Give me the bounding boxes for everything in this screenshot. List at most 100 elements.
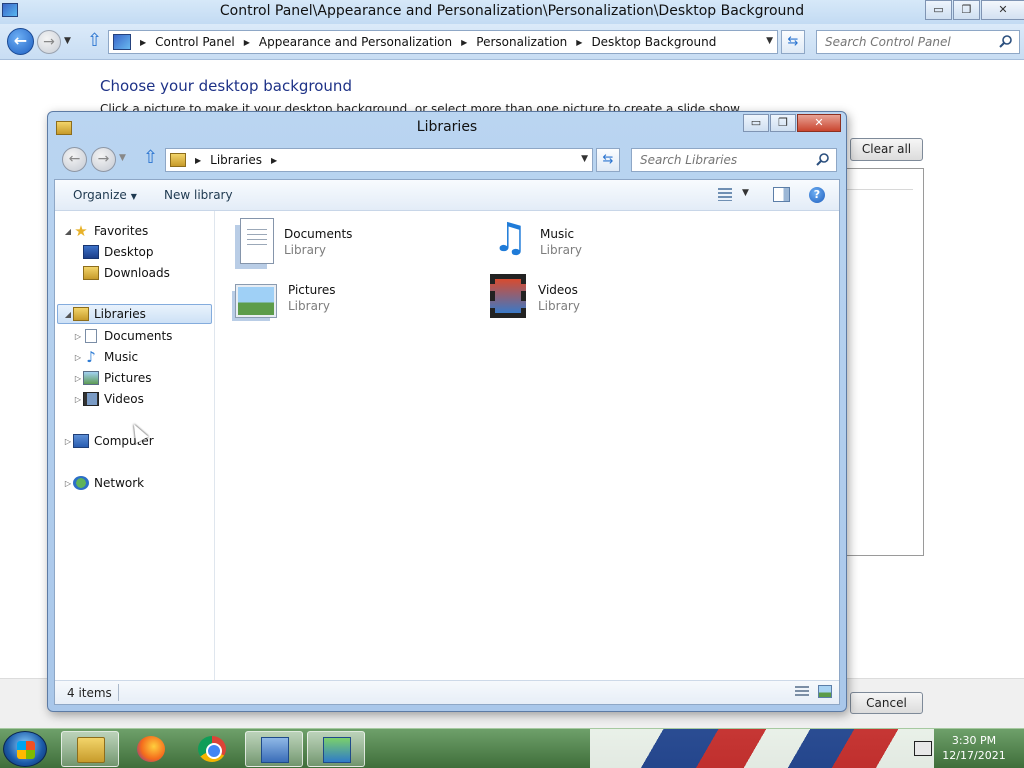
start-button[interactable] [3,731,47,767]
address-bar[interactable]: ▶ Libraries ▶ ▼ [165,148,593,172]
pictures-library-icon [235,284,277,318]
documents-icon [85,329,97,343]
minimize-button[interactable]: ▭ [743,114,769,132]
restore-button[interactable]: ❐ [953,0,980,20]
preview-pane-icon[interactable] [773,187,790,202]
music-library-icon: ♫ [492,215,528,261]
item-type: Library [540,243,582,257]
search-box[interactable] [631,148,837,172]
item-type: Library [288,299,330,313]
library-item-music[interactable]: ♫ Music Library [486,218,582,264]
search-input[interactable] [817,31,987,53]
search-input[interactable] [632,149,802,171]
recent-pages-dropdown[interactable]: ▼ [64,36,74,46]
new-library-button[interactable]: New library [164,188,233,202]
breadcrumb-item[interactable]: ▶ Desktop Background [567,35,716,49]
up-arrow-icon[interactable]: ⇧ [143,149,158,167]
search-icon[interactable] [816,152,830,166]
nav-music[interactable]: ▷ ♪ Music [73,347,138,367]
library-item-documents[interactable]: Documents Library [232,218,352,264]
libraries-content: Organize ▼ New library ▼ ? ◢ ★ Favorites … [54,179,840,705]
expand-icon[interactable]: ▷ [73,374,83,383]
expand-icon[interactable]: ▷ [73,395,83,404]
organize-label: Organize [73,188,127,202]
back-button[interactable]: ← [7,28,34,55]
breadcrumb-label: Personalization [476,35,568,49]
windows-logo-icon [17,741,35,759]
clock-date: 12/17/2021 [942,749,1006,762]
search-box[interactable] [816,30,1020,54]
search-icon[interactable] [999,34,1013,48]
tiles-view-icon[interactable] [818,685,832,698]
collapse-icon[interactable]: ◢ [63,227,73,236]
system-clock[interactable]: 3:30 PM 12/17/2021 [934,733,1014,763]
address-dropdown-icon[interactable]: ▼ [766,36,773,46]
recent-pages-dropdown[interactable]: ▼ [119,153,126,163]
clock-time: 3:30 PM [951,734,997,747]
command-bar: Organize ▼ New library ▼ ? [55,180,839,211]
expand-icon[interactable]: ▷ [63,479,73,488]
film-strip-icon [83,392,99,406]
taskbar-firefox[interactable] [122,731,180,767]
back-button[interactable]: ← [62,147,87,172]
minimize-button[interactable]: ▭ [925,0,952,20]
firefox-icon [137,736,165,762]
nav-videos[interactable]: ▷ Videos [73,389,144,409]
documents-library-icon [240,218,274,264]
forward-button[interactable]: → [37,30,61,54]
nav-label: Music [104,350,139,364]
breadcrumb-item[interactable]: ▶ Control Panel [131,35,235,49]
clear-all-button[interactable]: Clear all [850,138,923,161]
picture-list[interactable] [846,168,924,556]
breadcrumb-item[interactable]: ▶ Appearance and Personalization [235,35,452,49]
library-item-pictures[interactable]: Pictures Library [235,279,336,318]
expand-icon[interactable]: ▷ [73,353,83,362]
library-item-videos[interactable]: Videos Library [490,274,580,318]
refresh-button[interactable]: ⇆ [781,30,805,54]
forward-button[interactable]: → [91,147,116,172]
taskbar-control-panel[interactable] [245,731,303,767]
taskbar-chrome[interactable] [183,731,241,767]
breadcrumb-label: Desktop Background [591,35,717,49]
up-arrow-icon[interactable]: ⇧ [87,32,105,52]
nav-label: Downloads [104,266,170,280]
item-name: Documents [284,227,353,241]
address-dropdown-icon[interactable]: ▼ [581,154,588,164]
nav-pictures[interactable]: ▷ Pictures [73,368,152,388]
view-options-dropdown[interactable]: ▼ [742,188,749,198]
expand-icon[interactable]: ▷ [63,437,73,446]
chevron-right-icon: ▶ [195,155,202,165]
control-panel-titlebar: Control Panel\Appearance and Personaliza… [0,0,1024,24]
nav-favorites[interactable]: ◢ ★ Favorites [63,221,148,241]
nav-desktop[interactable]: Desktop [73,242,154,262]
refresh-button[interactable]: ⇆ [596,148,620,172]
details-view-icon[interactable] [795,686,809,698]
taskbar-windows-explorer[interactable] [61,731,119,767]
breadcrumb-item[interactable]: ▶ Personalization [452,35,567,49]
chevron-right-icon: ▶ [243,37,250,47]
nav-libraries[interactable]: ◢ Libraries [57,304,212,324]
chevron-right-icon: ▶ [576,37,583,47]
change-view-icon[interactable] [718,188,732,201]
close-button[interactable]: ✕ [981,0,1024,20]
computer-icon [73,434,89,448]
breadcrumb-label: Control Panel [155,35,235,49]
nav-downloads[interactable]: Downloads [73,263,170,283]
nav-network[interactable]: ▷ Network [63,473,144,493]
nav-documents[interactable]: ▷ Documents [73,326,172,346]
help-icon[interactable]: ? [809,187,825,203]
breadcrumb-item[interactable]: ▶ Libraries ▶ [186,153,286,167]
organize-menu[interactable]: Organize ▼ [73,188,137,202]
address-bar[interactable]: ▶ Control Panel ▶ Appearance and Personali… [108,30,778,54]
expand-icon[interactable]: ▷ [73,332,83,341]
taskbar-personalization[interactable] [307,731,365,767]
videos-library-icon [490,274,526,318]
window-title: Libraries [416,119,478,135]
network-tray-icon[interactable] [914,741,932,756]
close-button[interactable]: ✕ [797,114,841,132]
maximize-button[interactable]: ❐ [770,114,796,132]
libraries-navbar: ← → ▼ ⇧ ▶ Libraries ▶ ▼ ⇆ [54,145,840,177]
collapse-icon[interactable]: ◢ [63,310,73,319]
cancel-button[interactable]: Cancel [850,692,923,714]
chevron-down-icon: ▼ [130,192,137,201]
